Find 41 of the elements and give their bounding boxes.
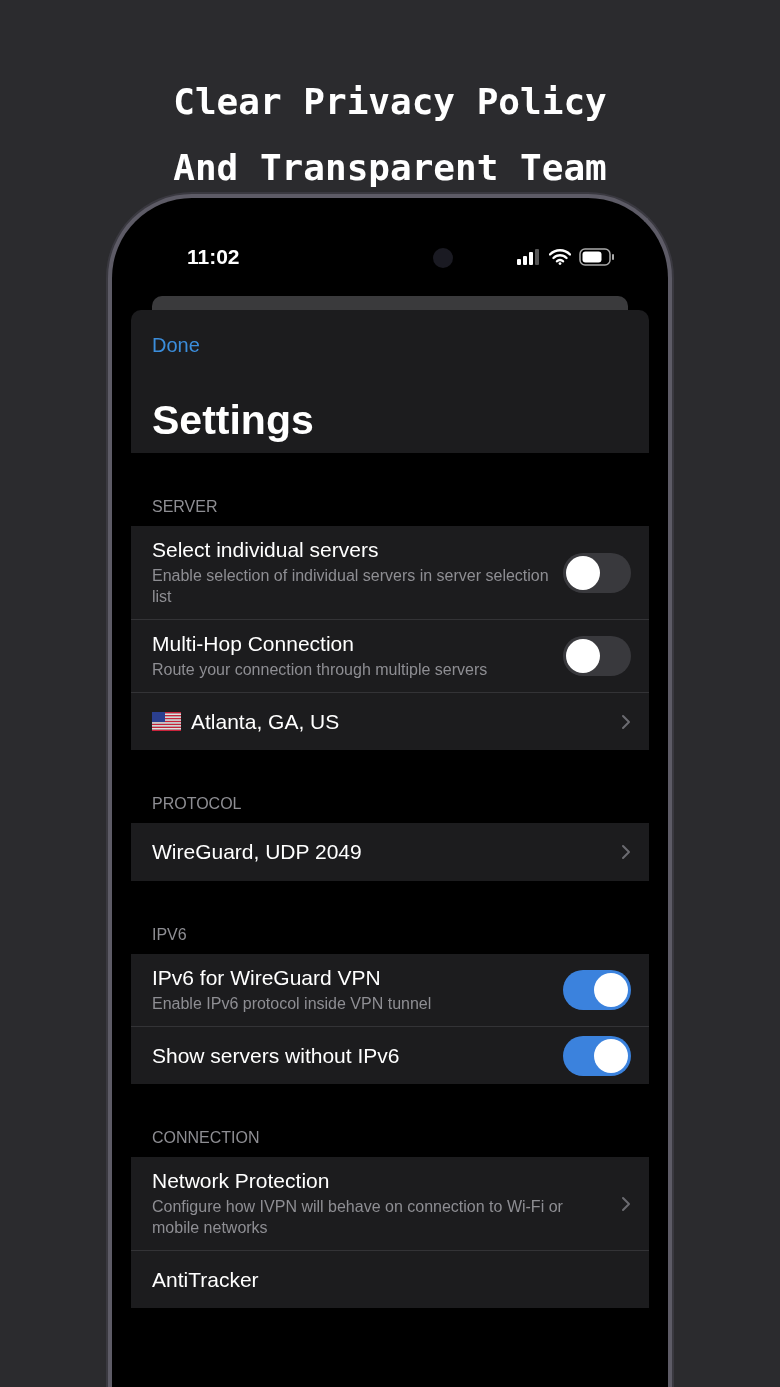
toggle-switch[interactable] [563,552,631,593]
row-title: Show servers without IPv6 [152,1043,401,1068]
toggle-switch[interactable] [563,636,631,676]
section-header: PROTOCOL [151,794,243,814]
toggle-switch[interactable] [563,970,631,1010]
done-button[interactable]: Done [152,334,200,357]
headline: And Transparent Team [173,146,607,190]
battery-icon [579,248,615,266]
row-subtitle: Configure how IVPN will behave on connection to Wi-Fi or mobile networks [152,1197,564,1238]
toggle-switch[interactable] [563,1035,631,1076]
row-title: Network Protection [152,1169,331,1193]
settings-row[interactable]: Network Protection Configure how IVPN will behave on connection to Wi-Fi or mobile networks [131,1157,649,1250]
signal-icon [517,249,541,265]
row-title: IPv6 for WireGuard VPN [152,966,382,990]
row-subtitle: Enable IPv6 protocol inside VPN tunnel [152,994,433,1014]
settings-row[interactable]: AntiTracker [131,1250,649,1308]
settings-row[interactable]: WireGuard, UDP 2049 [131,823,649,881]
section-header: CONNECTION [151,1128,261,1148]
row-title: Multi-Hop Connection [152,632,355,656]
chevron-icon [621,1195,631,1212]
settings-row[interactable]: Show servers without IPv6 [131,1026,649,1084]
section-header: IPV6 [151,925,188,945]
row-title: Atlanta, GA, US [191,709,341,734]
chevron-icon [621,713,631,730]
row-title: Select individual servers [152,538,380,562]
chevron-icon [621,844,631,860]
settings-row[interactable]: Atlanta, GA, US [131,692,649,750]
status-time: 11:02 [187,245,240,269]
section-header: SERVER [151,497,219,517]
settings-row[interactable]: IPv6 for WireGuard VPN Enable IPv6 protocol inside VPN tunnel [131,954,649,1026]
headline: Clear Privacy Policy [173,80,607,124]
flag-icon [152,712,181,731]
row-subtitle: Enable selection of individual servers in server selection list [152,566,550,607]
page-title: Settings [152,396,315,445]
row-subtitle: Route your connection through multiple servers [152,660,489,680]
settings-row[interactable]: Select individual servers Enable selection of individual servers in server selection list [131,526,649,619]
row-title: WireGuard, UDP 2049 [152,840,363,864]
wifi-icon [549,249,571,265]
row-title: AntiTracker [152,1267,260,1292]
camera-icon [433,248,453,268]
settings-row[interactable]: Multi-Hop Connection Route your connection through multiple servers [131,619,649,692]
